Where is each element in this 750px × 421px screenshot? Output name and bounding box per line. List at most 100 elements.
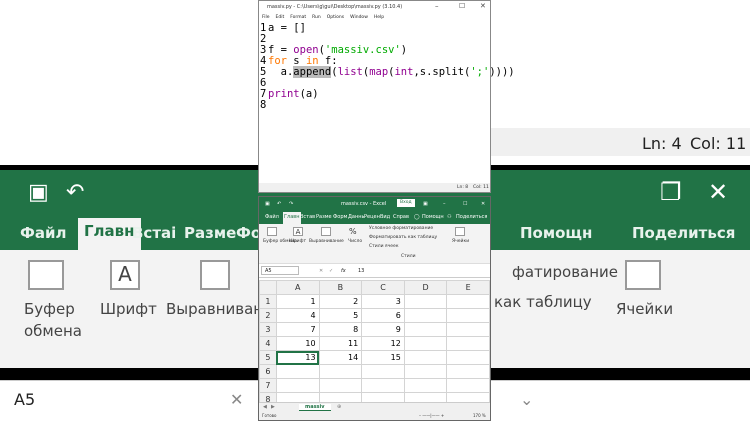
- save-icon[interactable]: ▣: [265, 201, 270, 207]
- cell[interactable]: [275, 378, 320, 393]
- menu-edit[interactable]: Edit: [276, 15, 285, 20]
- menu-help[interactable]: Help: [374, 15, 384, 20]
- code-area[interactable]: 1 a = [] 2 3 f = open('massiv.csv') 4 fo…: [259, 23, 515, 183]
- cell[interactable]: [403, 308, 448, 323]
- select-all-corner[interactable]: [259, 280, 277, 295]
- close-button[interactable]: ✕: [481, 201, 485, 207]
- cells-icon[interactable]: [455, 227, 465, 236]
- menu-window[interactable]: Window: [350, 15, 368, 20]
- cell[interactable]: 1: [275, 294, 320, 309]
- row-header[interactable]: 4: [259, 336, 277, 351]
- font-group[interactable]: Шрифт: [289, 239, 306, 244]
- tab-file[interactable]: Файл: [265, 214, 279, 220]
- cell-selected[interactable]: 13: [275, 350, 320, 365]
- alignment-group[interactable]: Выравнивание: [309, 239, 344, 244]
- cell[interactable]: 7: [275, 322, 320, 337]
- cell[interactable]: [446, 336, 490, 351]
- cell[interactable]: [446, 364, 490, 379]
- cell[interactable]: [318, 364, 363, 379]
- scroll-right-icon[interactable]: ▶: [271, 404, 275, 410]
- percent-icon[interactable]: %: [349, 227, 357, 236]
- redo-icon[interactable]: ↷: [289, 201, 293, 207]
- tab-view[interactable]: Вид: [380, 214, 390, 220]
- cell[interactable]: [403, 364, 448, 379]
- sheet-tab[interactable]: massiv: [299, 404, 331, 411]
- row-header[interactable]: 6: [259, 364, 277, 379]
- cancel-icon[interactable]: ✕: [319, 268, 323, 274]
- cond-format-button[interactable]: Условное форматирование: [369, 226, 433, 231]
- name-box[interactable]: A5: [261, 266, 299, 275]
- cell[interactable]: [403, 378, 448, 393]
- cell-styles-button[interactable]: Стили ячеек: [369, 244, 399, 249]
- close-button[interactable]: ✕: [480, 2, 486, 10]
- cell[interactable]: [446, 308, 490, 323]
- row-header[interactable]: 7: [259, 378, 277, 393]
- cell[interactable]: 4: [275, 308, 320, 323]
- cell[interactable]: 5: [318, 308, 363, 323]
- tab-tell-me[interactable]: Помощн: [422, 214, 444, 220]
- cell[interactable]: [403, 322, 448, 337]
- cell[interactable]: 11: [318, 336, 363, 351]
- undo-icon[interactable]: ↶: [277, 201, 281, 207]
- cell[interactable]: 8: [318, 322, 363, 337]
- tab-insert[interactable]: Встав: [300, 214, 315, 220]
- tab-home[interactable]: Главн: [283, 212, 301, 224]
- cell[interactable]: [403, 336, 448, 351]
- cell[interactable]: 3: [361, 294, 405, 309]
- share-button[interactable]: Поделиться: [456, 214, 487, 220]
- zoom-level[interactable]: 170 %: [473, 413, 486, 418]
- cell[interactable]: [403, 350, 448, 365]
- cell[interactable]: 12: [361, 336, 405, 351]
- cell[interactable]: 6: [361, 308, 405, 323]
- tab-data[interactable]: Данны: [348, 214, 365, 220]
- menu-run[interactable]: Run: [312, 15, 321, 20]
- zoom-slider[interactable]: – ——|—— +: [419, 413, 444, 418]
- cell[interactable]: 10: [275, 336, 320, 351]
- cell[interactable]: [446, 294, 490, 309]
- cell[interactable]: [446, 322, 490, 337]
- formula-input[interactable]: 13: [358, 268, 364, 274]
- row-header[interactable]: 5: [259, 350, 277, 365]
- maximize-button[interactable]: ☐: [463, 201, 467, 207]
- cell[interactable]: [318, 378, 363, 393]
- add-sheet-icon[interactable]: ⊕: [337, 404, 341, 410]
- cell[interactable]: [275, 364, 320, 379]
- align-icon[interactable]: [321, 227, 331, 236]
- font-icon[interactable]: A: [293, 227, 303, 236]
- lightbulb-icon[interactable]: ◯: [414, 214, 420, 220]
- cell[interactable]: [361, 378, 405, 393]
- row-header[interactable]: 2: [259, 308, 277, 323]
- cell[interactable]: 14: [318, 350, 363, 365]
- fx-button[interactable]: fx: [341, 268, 346, 274]
- tab-layout[interactable]: Разме: [316, 214, 332, 220]
- tab-formulas[interactable]: Форм: [333, 214, 347, 220]
- cell[interactable]: 15: [361, 350, 405, 365]
- column-header[interactable]: E: [446, 280, 490, 295]
- menu-options[interactable]: Options: [327, 15, 344, 20]
- cells-group[interactable]: Ячейки: [452, 239, 469, 244]
- column-header[interactable]: B: [318, 280, 363, 295]
- column-header[interactable]: A: [275, 280, 320, 295]
- menu-format[interactable]: Format: [290, 15, 306, 20]
- tab-help-ref[interactable]: Справ: [393, 214, 409, 220]
- cell[interactable]: [361, 364, 405, 379]
- number-group[interactable]: Число: [348, 239, 362, 244]
- cell[interactable]: [446, 350, 490, 365]
- ribbon-options-icon[interactable]: ▣: [423, 201, 428, 207]
- format-table-button[interactable]: Форматировать как таблицу: [369, 235, 437, 240]
- row-header[interactable]: 3: [259, 322, 277, 337]
- maximize-button[interactable]: ☐: [459, 2, 465, 10]
- column-header[interactable]: C: [361, 280, 405, 295]
- column-header[interactable]: D: [403, 280, 448, 295]
- cell[interactable]: [446, 378, 490, 393]
- cell[interactable]: 2: [318, 294, 363, 309]
- cell[interactable]: 9: [361, 322, 405, 337]
- scroll-left-icon[interactable]: ◀: [263, 404, 267, 410]
- share-icon[interactable]: ⚇: [447, 214, 451, 220]
- minimize-button[interactable]: –: [435, 2, 439, 10]
- signin-button[interactable]: Вход: [397, 199, 415, 207]
- row-header[interactable]: 1: [259, 294, 277, 309]
- minimize-button[interactable]: –: [443, 201, 446, 207]
- tab-review[interactable]: Рецен: [364, 214, 380, 220]
- worksheet-grid[interactable]: A B C D E 1 1 2 3 2 4 5 6 3 7 8 9 4 10 1…: [259, 280, 490, 407]
